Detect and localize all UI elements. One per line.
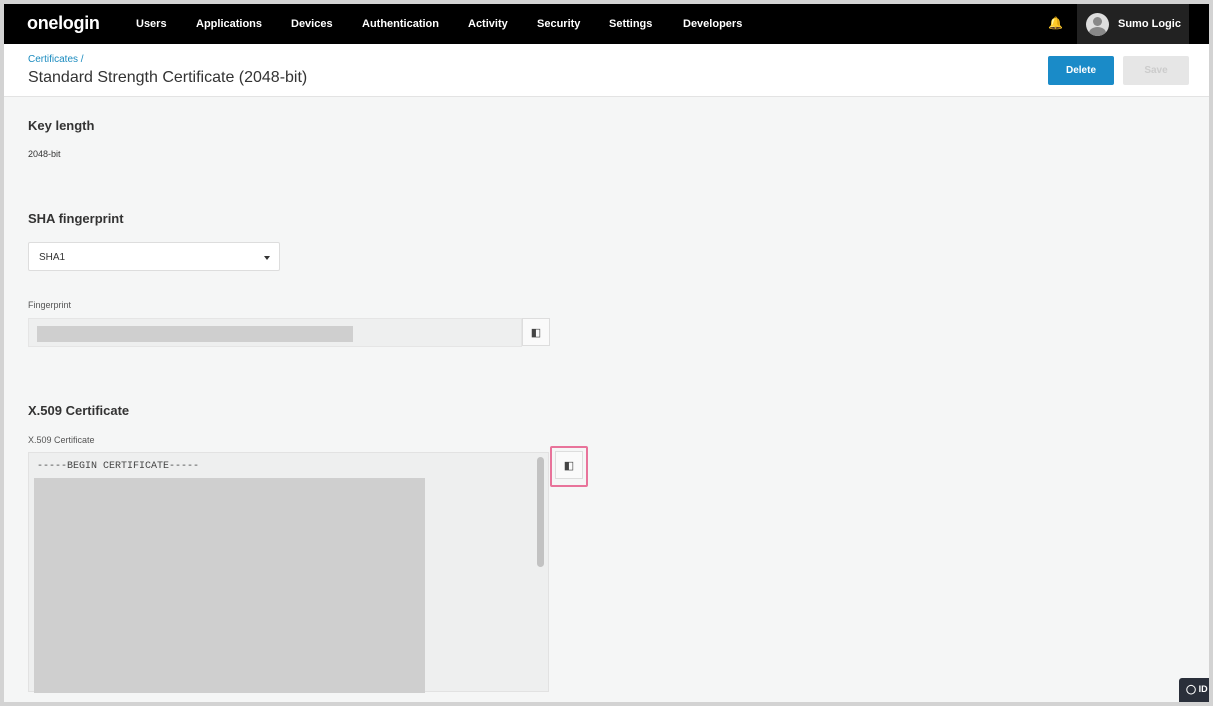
user-name: Sumo Logic	[1118, 18, 1181, 30]
key-length-heading: Key length	[28, 118, 95, 133]
copy-fingerprint-button[interactable]: ◧	[522, 318, 550, 346]
certificate-first-line: -----BEGIN CERTIFICATE-----	[37, 461, 200, 472]
nav-settings[interactable]: Settings	[609, 18, 652, 30]
delete-button[interactable]: Delete	[1048, 56, 1114, 85]
x509-label: X.509 Certificate	[28, 435, 95, 445]
id-badge[interactable]: ◯ ID	[1179, 678, 1209, 702]
bell-icon[interactable]: 🔔	[1048, 16, 1063, 30]
key-length-value: 2048-bit	[28, 149, 61, 159]
nav-applications[interactable]: Applications	[196, 18, 262, 30]
copy-icon: ◧	[530, 326, 542, 339]
nav-authentication[interactable]: Authentication	[362, 18, 439, 30]
sha-select[interactable]: SHA1	[28, 242, 280, 271]
scrollbar[interactable]	[537, 457, 544, 567]
x509-heading: X.509 Certificate	[28, 403, 130, 418]
breadcrumb[interactable]: Certificates /	[28, 54, 84, 65]
certificate-textarea[interactable]: -----BEGIN CERTIFICATE-----	[28, 452, 549, 693]
avatar	[1086, 13, 1109, 36]
top-nav: onelogin Users Applications Devices Auth…	[4, 4, 1209, 44]
copy-icon: ◧	[563, 459, 575, 472]
page-header: Certificates / Standard Strength Certifi…	[4, 44, 1209, 97]
sha-heading: SHA fingerprint	[28, 211, 124, 226]
redacted-certificate	[34, 478, 425, 693]
sha-selected: SHA1	[39, 252, 66, 263]
redacted-fingerprint	[37, 326, 353, 342]
nav-activity[interactable]: Activity	[468, 18, 508, 30]
caret-down-icon	[264, 256, 270, 260]
user-menu[interactable]: Sumo Logic	[1077, 4, 1189, 44]
save-button[interactable]: Save	[1123, 56, 1189, 85]
nav-users[interactable]: Users	[136, 18, 167, 30]
fingerprint-label: Fingerprint	[28, 300, 72, 310]
onelogin-logo[interactable]: onelogin	[27, 13, 100, 34]
copy-certificate-button[interactable]: ◧	[555, 451, 583, 479]
fingerprint-field[interactable]	[28, 318, 522, 347]
nav-devices[interactable]: Devices	[291, 18, 333, 30]
nav-developers[interactable]: Developers	[683, 18, 742, 30]
page-title: Standard Strength Certificate (2048-bit)	[28, 69, 308, 86]
id-badge-label: ID	[1198, 684, 1208, 694]
app-window: onelogin Users Applications Devices Auth…	[4, 4, 1209, 702]
nav-security[interactable]: Security	[537, 18, 580, 30]
